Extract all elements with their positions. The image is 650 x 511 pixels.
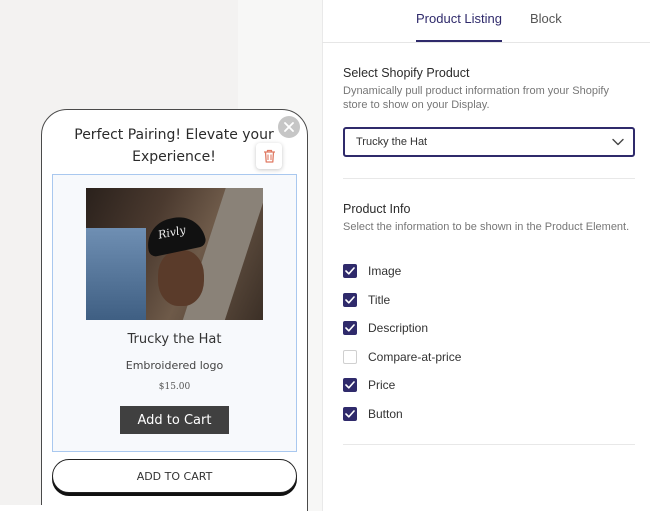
option-label: Compare-at-price xyxy=(368,350,462,364)
option-title[interactable]: Title xyxy=(343,292,390,308)
tab-block[interactable]: Block xyxy=(530,11,562,26)
select-product-description: Dynamically pull product information fro… xyxy=(343,85,609,111)
canvas-bottom-edge xyxy=(0,505,240,511)
option-price[interactable]: Price xyxy=(343,377,395,393)
checkbox-compare-at-price[interactable] xyxy=(343,350,357,364)
checkbox-price[interactable] xyxy=(343,378,357,392)
secondary-add-to-cart-button[interactable]: ADD TO CART xyxy=(52,459,297,493)
delete-element-button[interactable] xyxy=(256,143,282,169)
product-description: Embroidered logo xyxy=(125,359,224,372)
option-label: Image xyxy=(368,264,402,278)
active-tab-indicator xyxy=(416,40,502,42)
close-icon xyxy=(284,122,294,132)
checkbox-button[interactable] xyxy=(343,407,357,421)
option-description[interactable]: Description xyxy=(343,320,428,336)
check-icon xyxy=(345,267,355,275)
option-compare-at-price[interactable]: Compare-at-price xyxy=(343,349,461,365)
popup-close-button[interactable] xyxy=(278,116,300,138)
product-info-description: Select the information to be shown in th… xyxy=(343,221,630,233)
product-price: $15.00 xyxy=(158,382,191,392)
add-to-cart-button[interactable]: Add to Cart xyxy=(120,406,229,434)
image-face xyxy=(158,250,204,306)
trash-icon xyxy=(263,149,275,163)
option-label: Price xyxy=(368,378,396,392)
popup-title[interactable]: Perfect Pairing! Elevate your Experience… xyxy=(70,124,278,168)
option-button[interactable]: Button xyxy=(343,406,403,422)
option-label: Description xyxy=(368,321,429,335)
tab-product-listing[interactable]: Product Listing xyxy=(416,11,502,26)
option-image[interactable]: Image xyxy=(343,263,401,279)
select-product-heading: Select Shopify Product xyxy=(343,66,470,80)
check-icon xyxy=(345,381,355,389)
check-icon xyxy=(345,410,355,418)
section-divider xyxy=(343,444,635,445)
checkbox-image[interactable] xyxy=(343,264,357,278)
checkbox-description[interactable] xyxy=(343,321,357,335)
settings-tabs: Product Listing Block xyxy=(322,0,650,43)
image-jacket xyxy=(86,228,146,320)
chevron-down-icon xyxy=(612,138,624,146)
option-label: Button xyxy=(368,407,403,421)
option-label: Title xyxy=(368,293,391,307)
check-icon xyxy=(345,296,355,304)
section-divider xyxy=(343,178,635,179)
product-image: Rivly xyxy=(86,188,263,320)
product-select-dropdown[interactable]: Trucky the Hat xyxy=(343,127,635,157)
checkbox-title[interactable] xyxy=(343,293,357,307)
product-select-value: Trucky the Hat xyxy=(356,136,428,148)
product-name: Trucky the Hat xyxy=(127,332,222,347)
product-info-heading: Product Info xyxy=(343,202,411,216)
check-icon xyxy=(345,324,355,332)
